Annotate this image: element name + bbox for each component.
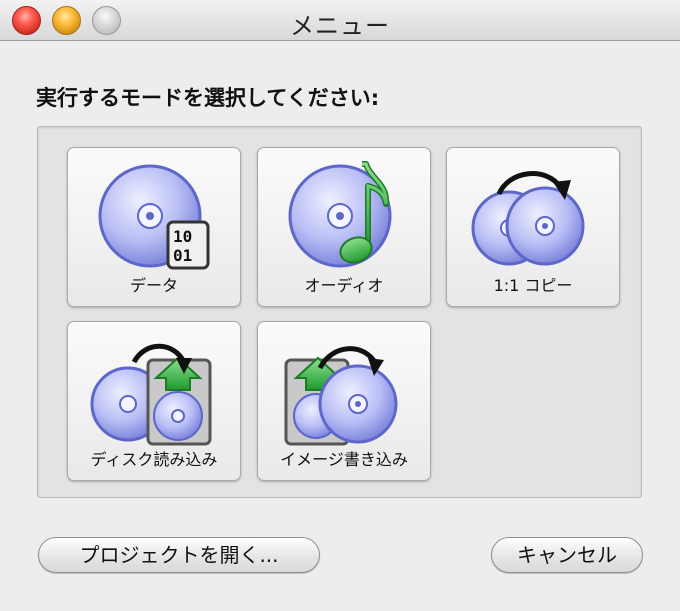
mode-image-write-button[interactable]: イメージ書き込み (257, 321, 431, 481)
audio-disc-icon (288, 161, 392, 268)
mode-data-label: データ (129, 276, 178, 295)
menu-window: メニュー 実行するモードを選択してください: 10 01 データ オーディオ 1… (0, 0, 680, 611)
mode-prompt: 実行するモードを選択してください: (36, 86, 380, 110)
title-bar: メニュー (0, 0, 680, 41)
mode-copy-label: 1:1 コピー (493, 276, 573, 295)
mode-panel: 10 01 データ オーディオ 1:1 コピー ディスク読み込み イメージ書き込… (37, 126, 642, 498)
mode-audio-label: オーディオ (304, 276, 384, 295)
mode-audio-button[interactable]: オーディオ (257, 147, 431, 307)
window-title: メニュー (290, 12, 390, 40)
svg-text:10: 10 (173, 227, 192, 246)
mode-image-write-label: イメージ書き込み (280, 450, 408, 469)
mode-disc-read-label: ディスク読み込み (90, 450, 218, 469)
mode-data-button[interactable]: 10 01 データ (67, 147, 241, 307)
mode-copy-button[interactable]: 1:1 コピー (446, 147, 620, 307)
image-write-icon (284, 346, 398, 446)
disc-read-icon (90, 343, 212, 446)
mode-disc-read-button[interactable]: ディスク読み込み (67, 321, 241, 481)
disc-copy-icon (471, 171, 585, 266)
open-project-button[interactable]: プロジェクトを開く... (38, 537, 320, 573)
cancel-button[interactable]: キャンセル (491, 537, 643, 573)
svg-text:01: 01 (173, 246, 192, 265)
data-disc-icon: 10 01 (98, 164, 210, 270)
